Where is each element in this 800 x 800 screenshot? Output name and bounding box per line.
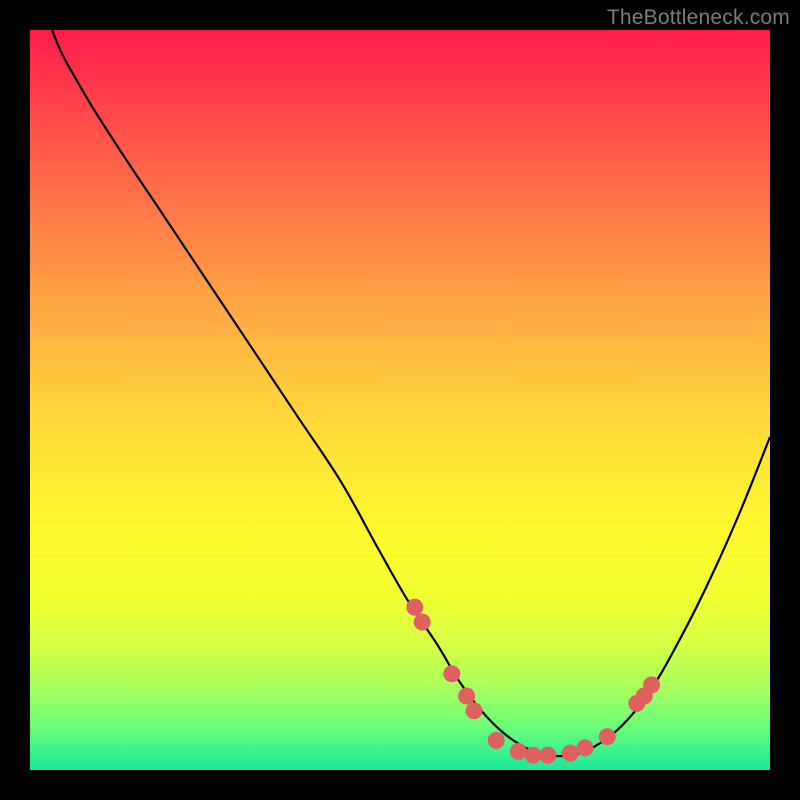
- data-marker: [540, 747, 557, 764]
- data-marker: [562, 744, 579, 761]
- data-marker: [488, 732, 505, 749]
- data-marker: [577, 739, 594, 756]
- data-marker: [643, 676, 660, 693]
- data-marker: [466, 702, 483, 719]
- data-markers-group: [406, 599, 660, 764]
- curve-line-group: [30, 0, 770, 756]
- curve-line: [30, 0, 770, 756]
- bottleneck-curve-chart: [30, 30, 770, 770]
- data-marker: [458, 688, 475, 705]
- data-marker: [599, 728, 616, 745]
- watermark-text: TheBottleneck.com: [607, 6, 790, 30]
- data-marker: [406, 599, 423, 616]
- data-marker: [510, 743, 527, 760]
- data-marker: [443, 665, 460, 682]
- data-marker: [414, 614, 431, 631]
- data-marker: [525, 747, 542, 764]
